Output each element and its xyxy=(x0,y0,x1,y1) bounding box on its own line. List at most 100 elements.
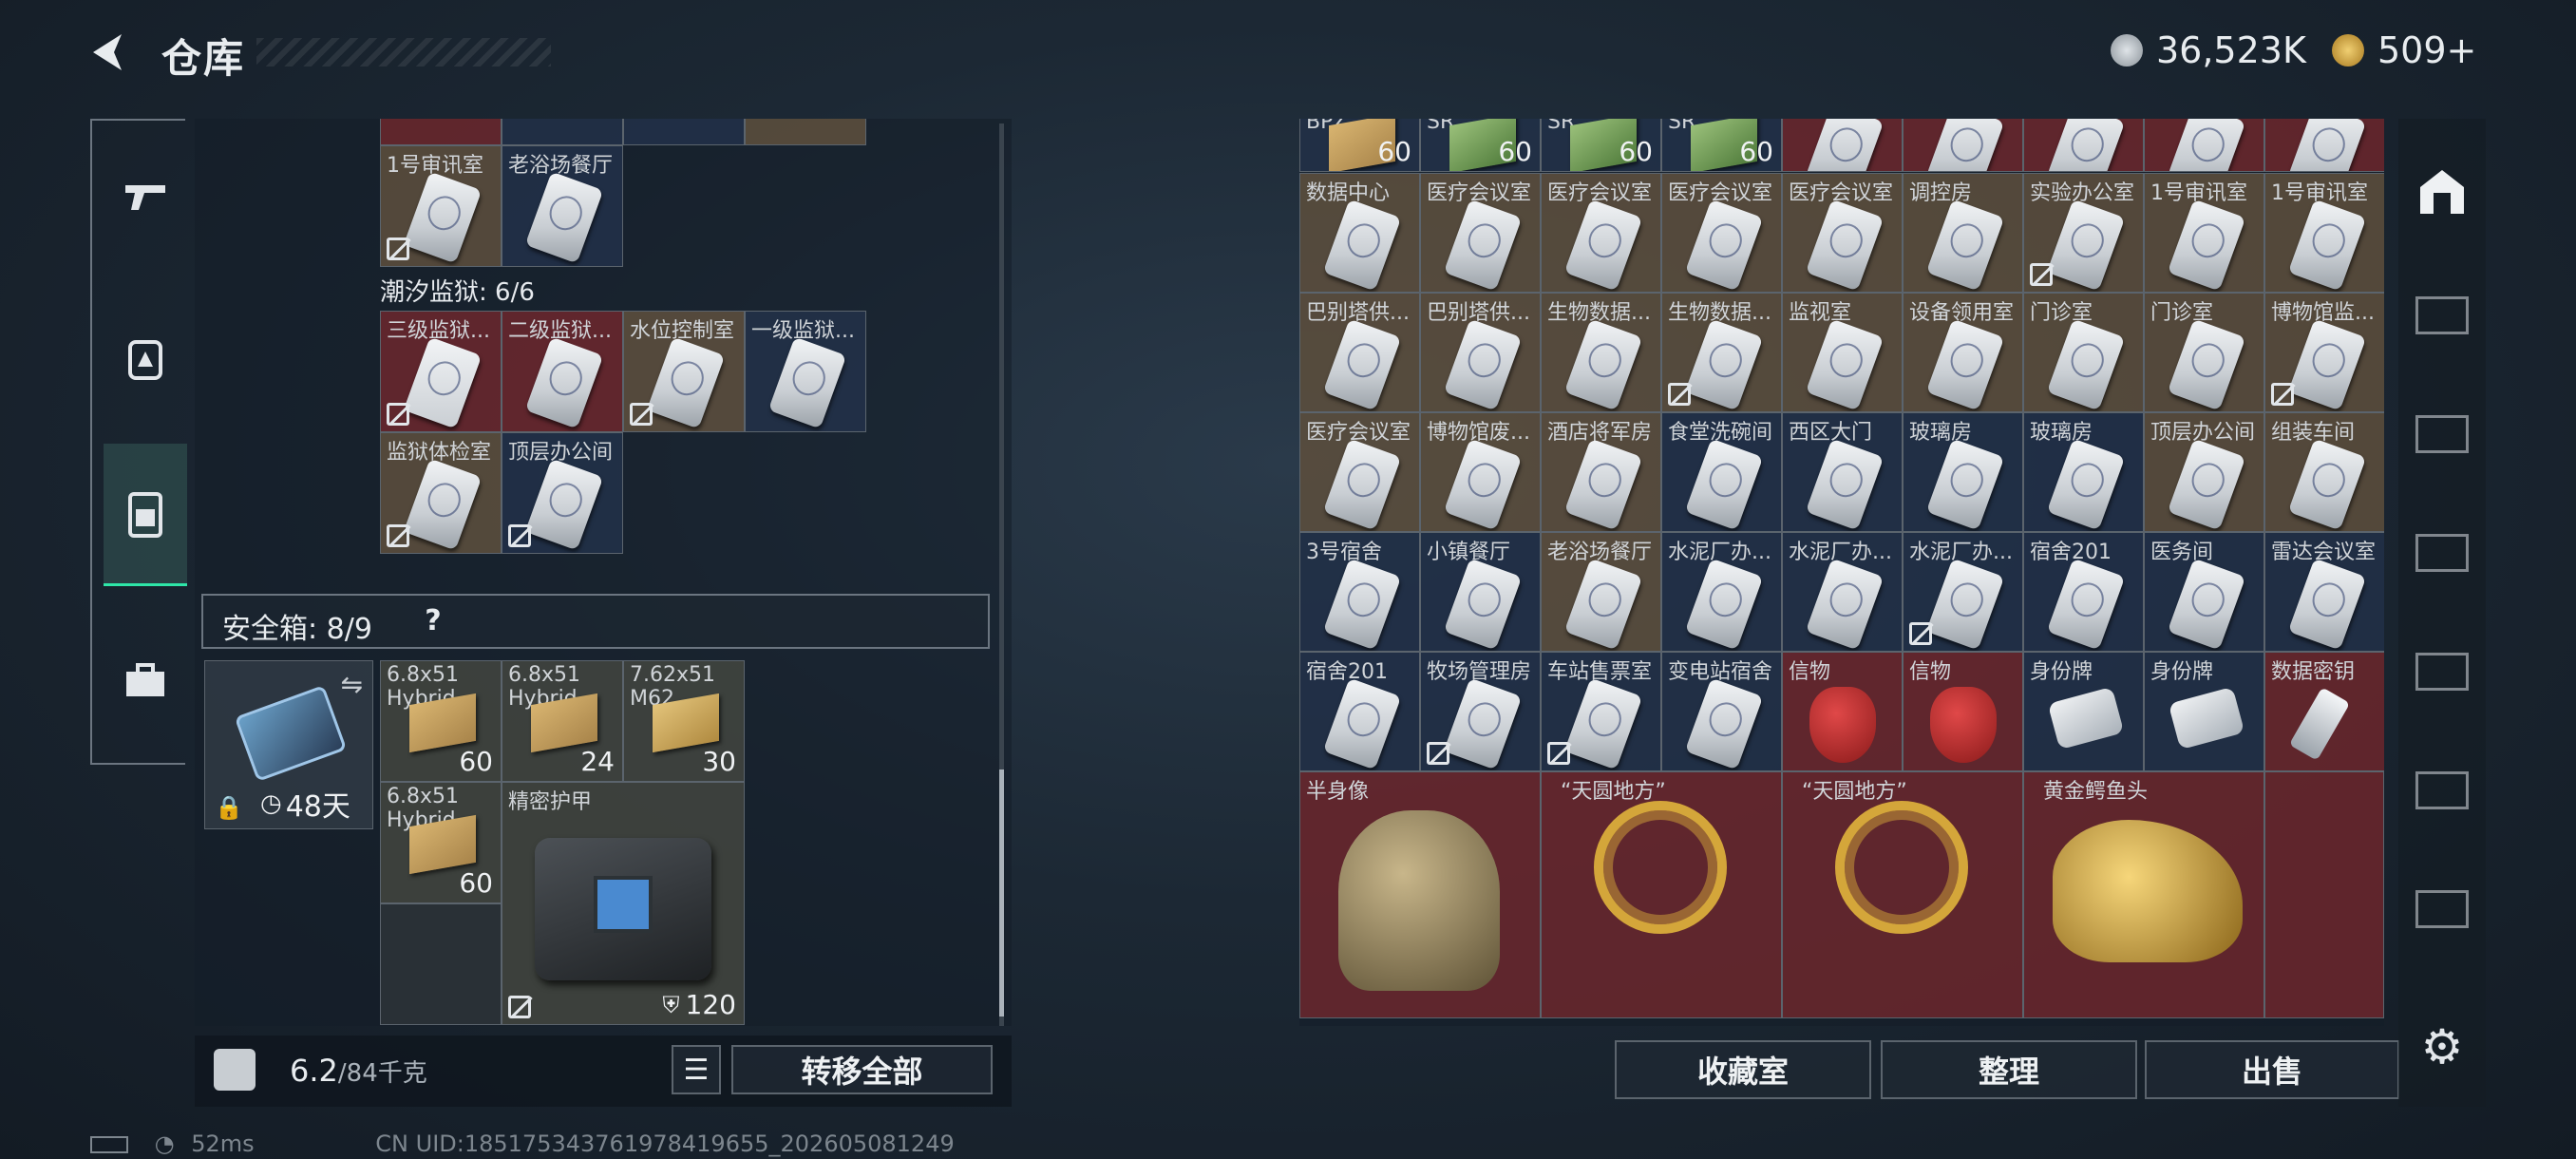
grid-cell[interactable] xyxy=(623,119,745,145)
rail-tier-3[interactable] xyxy=(2412,522,2472,583)
item-card[interactable] xyxy=(2023,119,2144,172)
item-card[interactable]: 医务间 xyxy=(2144,532,2264,652)
grid-cell[interactable] xyxy=(502,119,623,145)
item-card[interactable]: 博物馆废... xyxy=(1420,412,1541,532)
rail-tier-2[interactable] xyxy=(2412,404,2472,465)
item-card[interactable]: 水泥厂办... xyxy=(1661,532,1782,652)
rail-tier-6[interactable] xyxy=(2412,879,2472,940)
list-icon[interactable]: ☰ xyxy=(672,1045,721,1094)
item-card[interactable]: 信物 xyxy=(1903,652,2023,771)
item-card[interactable]: 信物 xyxy=(1782,652,1903,771)
item-card[interactable]: 牧场管理房 xyxy=(1420,652,1541,771)
rail-collection[interactable] xyxy=(2412,162,2472,222)
item-card[interactable]: 一级监狱... xyxy=(745,311,866,432)
item-card[interactable]: BPZ 60 xyxy=(1299,119,1420,172)
item-card[interactable]: 博物馆监... xyxy=(2264,293,2384,412)
item-card[interactable] xyxy=(1782,119,1903,172)
item-card[interactable]: 玻璃房 xyxy=(1903,412,2023,532)
item-card[interactable]: 车站售票室 xyxy=(1541,652,1661,771)
rail-tier-5[interactable] xyxy=(2412,760,2472,821)
collectible-item[interactable]: 半身像 xyxy=(1299,771,1541,1018)
ammo-item[interactable]: 6.8x51 Hybrid 60 xyxy=(380,660,502,782)
item-card[interactable]: SR 60 xyxy=(1420,119,1541,172)
item-card[interactable]: 巴别塔供... xyxy=(1420,293,1541,412)
item-card[interactable]: 玻璃房 xyxy=(2023,412,2144,532)
item-card[interactable]: 食堂洗碗间 xyxy=(1661,412,1782,532)
ammo-item[interactable]: 7.62x51 M62 30 xyxy=(623,660,745,782)
back-arrow-icon[interactable] xyxy=(85,28,133,76)
item-card[interactable]: 1号审讯室 xyxy=(380,145,502,267)
item-card[interactable]: 二级监狱... xyxy=(502,311,623,432)
rail-vest[interactable] xyxy=(104,444,187,586)
item-card[interactable]: 小镇餐厅 xyxy=(1420,532,1541,652)
item-card[interactable]: SR 60 xyxy=(1661,119,1782,172)
scroll-thumb[interactable] xyxy=(999,770,1004,1016)
item-card[interactable]: 医疗会议室 xyxy=(1299,412,1420,532)
rail-tier-1[interactable] xyxy=(2412,285,2472,346)
item-card[interactable]: 组装车间 xyxy=(2264,412,2384,532)
item-card[interactable]: 身份牌 xyxy=(2023,652,2144,771)
item-card[interactable]: 水泥厂办... xyxy=(1903,532,2023,652)
item-card[interactable]: 水泥厂办... xyxy=(1782,532,1903,652)
grid-cell[interactable] xyxy=(380,119,502,145)
rail-backpack[interactable] xyxy=(104,311,187,406)
ammo-item[interactable]: 6.8x51 Hybrid 60 xyxy=(380,782,502,903)
rail-gun[interactable] xyxy=(104,149,187,244)
grid-cell[interactable] xyxy=(2264,771,2384,1018)
armor-item[interactable]: 精密护甲 ⛨ 120 xyxy=(502,782,745,1025)
item-card[interactable]: 身份牌 xyxy=(2144,652,2264,771)
item-card[interactable] xyxy=(2144,119,2264,172)
item-card[interactable]: 门诊室 xyxy=(2023,293,2144,412)
sell-button[interactable]: 出售 xyxy=(2145,1040,2399,1099)
collectible-item[interactable]: “天圆地方” xyxy=(1541,771,1782,1018)
currency-gold-plus[interactable]: + xyxy=(2447,29,2477,71)
collection-room-button[interactable]: 收藏室 xyxy=(1615,1040,1871,1099)
item-card[interactable]: 设备领用室 xyxy=(1903,293,2023,412)
item-card[interactable]: 顶层办公间 xyxy=(2144,412,2264,532)
stash-scrollbar[interactable] xyxy=(999,124,1004,1026)
collectible-item[interactable]: “天圆地方” xyxy=(1782,771,2023,1018)
currency-gold[interactable]: 509 + xyxy=(2332,27,2476,74)
item-card[interactable]: 西区大门 xyxy=(1782,412,1903,532)
item-card[interactable]: 调控房 xyxy=(1903,173,2023,293)
item-card[interactable]: 数据密钥 xyxy=(2264,652,2384,771)
item-card[interactable]: 医疗会议室 xyxy=(1420,173,1541,293)
item-card[interactable]: 巴别塔供... xyxy=(1299,293,1420,412)
safe-box[interactable]: ⇋ 🔒 ◷ 48天 xyxy=(204,660,373,829)
item-card[interactable]: 3号宿舍 xyxy=(1299,532,1420,652)
swap-icon[interactable]: ⇋ xyxy=(341,669,363,700)
item-card[interactable]: SR 60 xyxy=(1541,119,1661,172)
settings-button[interactable]: ⚙ xyxy=(2412,1016,2472,1077)
item-card[interactable]: 数据中心 xyxy=(1299,173,1420,293)
rail-toolbox[interactable] xyxy=(104,634,187,729)
item-card[interactable]: 医疗会议室 xyxy=(1541,173,1661,293)
grid-cell[interactable] xyxy=(745,119,866,145)
item-card[interactable]: 水位控制室 xyxy=(623,311,745,432)
item-card[interactable]: 酒店将军房 xyxy=(1541,412,1661,532)
item-card[interactable]: 1号审讯室 xyxy=(2144,173,2264,293)
organize-button[interactable]: 整理 xyxy=(1881,1040,2137,1099)
item-card[interactable]: 实验办公室 xyxy=(2023,173,2144,293)
ammo-item[interactable]: 6.8x51 Hybrid 24 xyxy=(502,660,623,782)
item-card[interactable]: 宿舍201 xyxy=(1299,652,1420,771)
transfer-all-button[interactable]: 转移全部 xyxy=(731,1045,993,1094)
item-card[interactable]: 顶层办公间 xyxy=(502,432,623,554)
item-card[interactable]: 老浴场餐厅 xyxy=(1541,532,1661,652)
item-card[interactable]: 变电站宿舍 xyxy=(1661,652,1782,771)
item-card[interactable] xyxy=(2264,119,2384,172)
item-card[interactable]: 1号审讯室 xyxy=(2264,173,2384,293)
item-card[interactable]: 雷达会议室 xyxy=(2264,532,2384,652)
item-card[interactable]: 生物数据... xyxy=(1541,293,1661,412)
rail-tier-4[interactable] xyxy=(2412,641,2472,702)
item-card[interactable]: 门诊室 xyxy=(2144,293,2264,412)
item-card[interactable]: 监视室 xyxy=(1782,293,1903,412)
help-icon[interactable]: ? xyxy=(414,601,452,639)
item-card[interactable]: 医疗会议室 xyxy=(1661,173,1782,293)
item-card[interactable] xyxy=(1903,119,2023,172)
item-card[interactable]: 监狱体检室 xyxy=(380,432,502,554)
item-card[interactable]: 老浴场餐厅 xyxy=(502,145,623,267)
collectible-item[interactable]: 黄金鳄鱼头 xyxy=(2023,771,2264,1018)
item-card[interactable]: 医疗会议室 xyxy=(1782,173,1903,293)
item-card[interactable]: 三级监狱... xyxy=(380,311,502,432)
item-card[interactable]: 宿舍201 xyxy=(2023,532,2144,652)
